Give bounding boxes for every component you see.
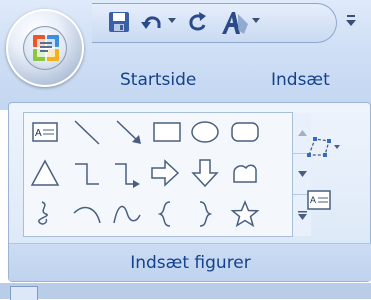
down-arrow-shape-icon[interactable] bbox=[190, 158, 220, 188]
triangle-shape-icon[interactable] bbox=[30, 158, 60, 188]
undo-dropdown-button[interactable] bbox=[168, 18, 176, 44]
chevron-down-icon bbox=[297, 171, 307, 177]
callout-shape-icon[interactable] bbox=[230, 158, 260, 188]
tab-indsaet[interactable]: Indsæt bbox=[271, 70, 330, 90]
office-logo-icon bbox=[33, 35, 59, 61]
arc-shape-icon[interactable] bbox=[72, 199, 102, 229]
group-label: Indsæt figurer bbox=[9, 243, 371, 281]
document-tab-stub bbox=[10, 286, 38, 300]
edit-shape-icon bbox=[307, 137, 340, 157]
save-button[interactable] bbox=[108, 10, 130, 36]
elbow-connector-shape-icon[interactable] bbox=[72, 158, 102, 188]
elbow-arrow-connector-shape-icon[interactable] bbox=[112, 158, 142, 188]
gallery-scrollbar bbox=[292, 113, 311, 236]
insert-shapes-group: A A Indsæt figurer bbox=[8, 102, 371, 282]
svg-text:A: A bbox=[35, 128, 42, 139]
arrow-shape-icon[interactable] bbox=[114, 117, 144, 147]
line-shape-icon[interactable] bbox=[72, 117, 102, 147]
redo-icon bbox=[189, 12, 206, 31]
customize-toolbar-icon bbox=[346, 15, 356, 26]
save-icon bbox=[109, 12, 129, 32]
right-brace-shape-icon[interactable] bbox=[190, 199, 220, 229]
undo-button[interactable] bbox=[140, 10, 164, 36]
undo-icon bbox=[141, 16, 161, 29]
redo-button[interactable] bbox=[186, 10, 210, 36]
rounded-rectangle-shape-icon[interactable] bbox=[230, 117, 260, 147]
format-text-icon bbox=[222, 12, 248, 34]
edit-shape-button[interactable] bbox=[305, 133, 341, 165]
svg-text:A: A bbox=[310, 195, 316, 205]
chevron-down-icon bbox=[252, 18, 260, 23]
customize-quick-access-button[interactable] bbox=[345, 13, 357, 27]
scribble-shape-icon[interactable] bbox=[30, 199, 60, 229]
format-text-button[interactable] bbox=[220, 10, 250, 36]
oval-shape-icon[interactable] bbox=[190, 117, 220, 147]
right-arrow-shape-icon[interactable] bbox=[150, 158, 180, 188]
format-text-dropdown-button[interactable] bbox=[252, 18, 260, 44]
left-brace-shape-icon[interactable] bbox=[150, 199, 180, 229]
more-chevron-icon bbox=[297, 211, 307, 220]
draw-text-box-button[interactable]: A bbox=[307, 189, 331, 215]
chevron-down-icon bbox=[168, 18, 176, 23]
text-box-icon: A bbox=[307, 190, 331, 210]
text-box-shape-icon[interactable]: A bbox=[30, 117, 60, 147]
shapes-gallery: A bbox=[23, 112, 311, 237]
curve-shape-icon[interactable] bbox=[112, 199, 142, 229]
star-shape-icon[interactable] bbox=[230, 199, 260, 229]
rectangle-shape-icon[interactable] bbox=[152, 117, 182, 147]
document-area-edge bbox=[0, 283, 371, 299]
quick-access-toolbar bbox=[92, 3, 337, 43]
office-button[interactable] bbox=[6, 9, 84, 87]
tab-startside[interactable]: Startside bbox=[120, 70, 196, 90]
